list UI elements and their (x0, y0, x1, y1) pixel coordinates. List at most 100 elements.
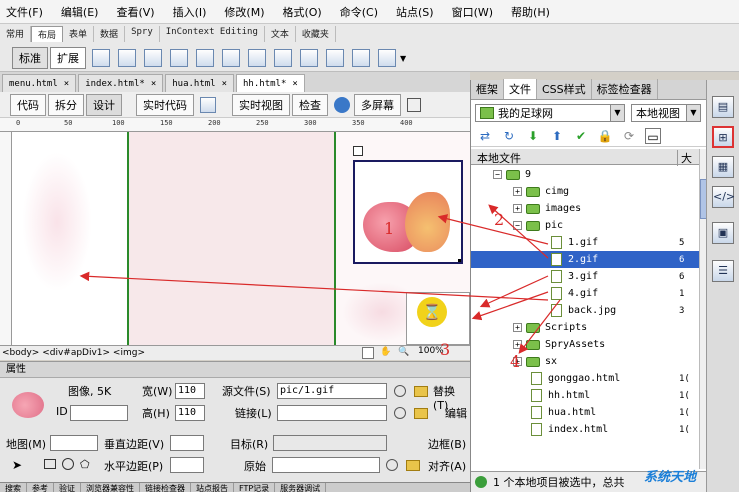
insert-tab-layout[interactable]: 布局 (31, 26, 64, 42)
globe-icon[interactable] (334, 96, 350, 113)
chevron-down-icon[interactable]: ▼ (610, 105, 624, 121)
menu-edit[interactable]: 编辑(E) (61, 4, 99, 20)
standard-mode-button[interactable]: 标准 (12, 47, 48, 69)
browse-folder-icon[interactable] (414, 408, 428, 419)
refresh-icon[interactable]: ↻ (501, 128, 517, 144)
tab-search[interactable]: 搜索 (0, 483, 27, 492)
doc-tab-menu[interactable]: menu.html × (2, 74, 77, 92)
put-files-icon[interactable]: ⬆ (549, 128, 565, 144)
resize-handle[interactable] (458, 259, 461, 262)
tree-folder-cimg[interactable]: + cimg (471, 183, 699, 200)
point-to-file-icon[interactable] (386, 459, 398, 471)
toolbox-icon[interactable]: ▣ (712, 222, 734, 244)
connect-icon[interactable]: ⇄ (477, 128, 493, 144)
menu-site[interactable]: 站点(S) (396, 4, 434, 20)
check-out-icon[interactable]: ✔ (573, 128, 589, 144)
tab-reference[interactable]: 参考 (27, 483, 54, 492)
code-view-button[interactable]: 代码 (10, 93, 46, 116)
site-select[interactable]: 我的足球网 ▼ (475, 104, 625, 122)
table-icon[interactable] (248, 49, 266, 67)
point-to-file-icon[interactable] (394, 407, 406, 419)
tree-folder-scripts[interactable]: + Scripts (471, 319, 699, 336)
collapse-icon[interactable]: − (513, 221, 522, 230)
doc-tab-hh[interactable]: hh.html* × (236, 74, 305, 92)
menu-modify[interactable]: 修改(M) (224, 4, 264, 20)
menu-help[interactable]: 帮助(H) (511, 4, 550, 20)
tree-folder-spryassets[interactable]: + SpryAssets (471, 336, 699, 353)
pointer-hotspot-icon[interactable]: ➤ (12, 458, 22, 472)
div-tag-icon[interactable] (92, 49, 110, 67)
get-files-icon[interactable]: ⬇ (525, 128, 541, 144)
width-field[interactable]: 110 (175, 383, 205, 399)
pointer-icon[interactable] (362, 347, 374, 359)
menu-commands[interactable]: 命令(C) (340, 4, 378, 20)
tab-tag-inspector[interactable]: 标签检查器 (592, 79, 658, 99)
close-icon[interactable]: × (151, 79, 156, 89)
point-to-file-icon[interactable] (394, 385, 406, 397)
view-select[interactable]: 本地视图 ▼ (631, 104, 701, 122)
sync-icon[interactable]: ⟳ (621, 128, 637, 144)
check-in-icon[interactable]: 🔒 (597, 128, 613, 144)
site-map-icon[interactable]: ⊞ (712, 126, 734, 148)
vspace-field[interactable] (170, 435, 204, 451)
preview-icon[interactable] (407, 97, 421, 112)
tree-file-gonggao[interactable]: gonggao.html 1( (471, 370, 699, 387)
doc-tab-hua[interactable]: hua.html × (165, 74, 235, 92)
assets-icon[interactable]: ▦ (712, 156, 734, 178)
expand-icon[interactable]: + (513, 187, 522, 196)
tree-file-hua[interactable]: hua.html 1( (471, 404, 699, 421)
menu-format[interactable]: 格式(O) (282, 4, 321, 20)
multiscreen-button[interactable]: 多屏幕 (354, 93, 401, 116)
circle-hotspot-icon[interactable] (62, 458, 74, 470)
tag-inspector-icon[interactable]: </> (712, 186, 735, 208)
tab-frames[interactable]: 框架 (471, 79, 504, 99)
menu-file[interactable]: 文件(F) (6, 4, 43, 20)
height-field[interactable]: 110 (175, 405, 205, 421)
ap-div-icon[interactable] (118, 49, 136, 67)
insert-tab-incontext[interactable]: InContext Editing (160, 26, 265, 42)
design-view[interactable]: ⌛ (12, 132, 470, 345)
frames-icon[interactable] (378, 49, 396, 67)
rect-hotspot-icon[interactable] (44, 459, 56, 469)
tree-file-4-gif[interactable]: 4.gif 1 (471, 285, 699, 302)
tree-file-3-gif[interactable]: 3.gif 6 (471, 268, 699, 285)
tree-folder-pic[interactable]: − pic (471, 217, 699, 234)
insert-panel-icon[interactable]: ▤ (712, 96, 734, 118)
spry-panel-icon[interactable] (222, 49, 240, 67)
insert-tab-favorites[interactable]: 收藏夹 (296, 26, 336, 42)
insert-tab-forms[interactable]: 表单 (63, 26, 95, 42)
browse-folder-icon[interactable] (406, 460, 420, 471)
iframe-icon[interactable] (352, 49, 370, 67)
zoom-icon[interactable]: 🔍 (398, 347, 409, 357)
polygon-hotspot-icon[interactable]: ⬠ (80, 458, 90, 471)
tab-server-debug[interactable]: 服务器调试 (275, 483, 327, 492)
tree-folder-9[interactable]: −9 (471, 166, 699, 183)
live-view-button[interactable]: 实时视图 (232, 93, 290, 116)
inspect-button[interactable]: 检查 (292, 93, 328, 116)
column-local-files[interactable]: 本地文件 (477, 150, 521, 166)
original-field[interactable] (272, 457, 380, 473)
spry-tabs-icon[interactable] (170, 49, 188, 67)
close-icon[interactable]: × (292, 79, 297, 89)
spry-accordion-icon[interactable] (196, 49, 214, 67)
id-field[interactable] (70, 405, 128, 421)
tree-file-1-gif[interactable]: 1.gif 5 (471, 234, 699, 251)
link-field[interactable] (277, 405, 387, 421)
tab-css-styles[interactable]: CSS样式 (537, 79, 592, 99)
inspect-icon[interactable] (200, 96, 216, 113)
ap-div-selection-handle[interactable] (353, 146, 363, 156)
expanded-mode-button[interactable]: 扩展 (50, 47, 86, 69)
tab-site-reports[interactable]: 站点报告 (191, 483, 234, 492)
expand-icon[interactable]: + (513, 204, 522, 213)
hand-icon[interactable]: ✋ (380, 347, 391, 357)
tree-folder-images[interactable]: + images (471, 200, 699, 217)
tab-link-checker[interactable]: 链接检查器 (140, 483, 191, 492)
close-icon[interactable]: × (222, 79, 227, 89)
doc-tab-index[interactable]: index.html* × (78, 74, 164, 92)
expand-panel-icon[interactable]: ▭ (645, 127, 661, 144)
chevron-down-icon[interactable]: ▼ (686, 105, 700, 121)
tree-folder-sx[interactable]: + sx (471, 353, 699, 370)
tree-file-back-jpg[interactable]: back.jpg 3 (471, 302, 699, 319)
tab-browser-compat[interactable]: 浏览器兼容性 (81, 483, 140, 492)
expand-icon[interactable]: + (513, 323, 522, 332)
